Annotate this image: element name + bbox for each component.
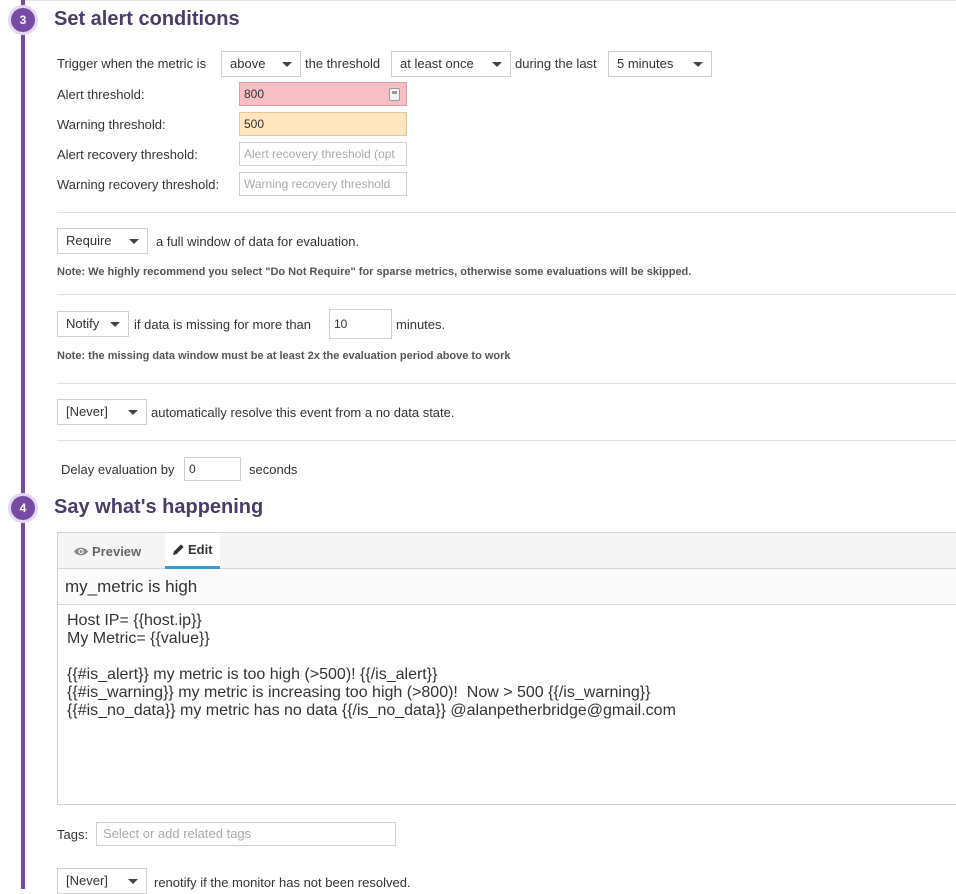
alert-recovery-label: Alert recovery threshold: bbox=[57, 147, 198, 162]
require-select[interactable]: Require bbox=[57, 228, 148, 254]
chevron-down-icon bbox=[693, 62, 703, 67]
missing-minutes-value: 10 bbox=[334, 317, 348, 331]
require-note: Note: We highly recommend you select "Do… bbox=[57, 266, 692, 278]
require-value: Require bbox=[66, 233, 112, 248]
auto-resolve-value: [Never] bbox=[66, 404, 108, 419]
message-editor: Preview Edit my_metric is high Host IP= … bbox=[57, 532, 956, 805]
eye-icon bbox=[74, 547, 88, 555]
warning-threshold-value: 500 bbox=[244, 117, 265, 131]
tags-input[interactable]: Select or add related tags bbox=[96, 822, 396, 846]
require-text: a full window of data for evaluation. bbox=[156, 234, 360, 249]
step-3-title: Set alert conditions bbox=[54, 8, 240, 30]
chevron-down-icon bbox=[110, 322, 120, 327]
message-subject-input[interactable]: my_metric is high bbox=[58, 569, 956, 605]
chevron-down-icon bbox=[128, 879, 138, 884]
chevron-down-icon bbox=[492, 62, 502, 67]
step-4-title: Say what's happening bbox=[54, 496, 264, 518]
delay-input[interactable]: 0 bbox=[184, 457, 241, 481]
tab-edit-label: Edit bbox=[188, 542, 213, 557]
tab-preview-label: Preview bbox=[92, 543, 142, 559]
warning-threshold-label: Warning threshold: bbox=[57, 117, 166, 132]
pencil-icon bbox=[173, 544, 184, 555]
missing-minutes-input[interactable]: 10 bbox=[329, 309, 392, 339]
top-border bbox=[25, 0, 956, 1]
message-body-textarea[interactable]: Host IP= {{host.ip}} My Metric= {{value}… bbox=[67, 612, 676, 720]
step-rail bbox=[21, 0, 25, 889]
tab-preview[interactable]: Preview bbox=[66, 533, 148, 569]
occurrence-value: at least once bbox=[400, 56, 474, 71]
tags-placeholder: Select or add related tags bbox=[103, 826, 252, 841]
alert-threshold-value: 800 bbox=[244, 87, 265, 101]
tags-label: Tags: bbox=[57, 827, 89, 842]
step-3-badge: 3 bbox=[8, 5, 38, 35]
notify-text: if data is missing for more than bbox=[134, 317, 312, 332]
auto-resolve-text: automatically resolve this event from a … bbox=[151, 405, 455, 420]
alert-recovery-input[interactable]: Alert recovery threshold (opt bbox=[239, 142, 407, 166]
warning-threshold-input[interactable]: 500 bbox=[239, 112, 407, 136]
warning-recovery-placeholder: Warning recovery threshold bbox=[244, 177, 391, 191]
warning-recovery-input[interactable]: Warning recovery threshold bbox=[239, 172, 407, 196]
alert-threshold-label: Alert threshold: bbox=[57, 87, 145, 102]
divider bbox=[57, 294, 956, 295]
delay-value: 0 bbox=[189, 462, 196, 476]
message-subject-value: my_metric is high bbox=[65, 577, 198, 596]
chevron-down-icon bbox=[128, 410, 138, 415]
notify-select[interactable]: Notify bbox=[57, 311, 129, 337]
renotify-text: renotify if the monitor has not been res… bbox=[154, 875, 411, 890]
tab-edit[interactable]: Edit bbox=[165, 533, 220, 569]
divider bbox=[57, 212, 956, 213]
divider bbox=[57, 440, 956, 441]
chevron-down-icon bbox=[129, 239, 139, 244]
window-select[interactable]: 5 minutes bbox=[608, 51, 712, 77]
delay-label: Delay evaluation by bbox=[61, 462, 175, 477]
alert-recovery-placeholder: Alert recovery threshold (opt bbox=[244, 147, 395, 161]
during-word: during the last bbox=[515, 56, 597, 71]
renotify-select[interactable]: [Never] bbox=[57, 868, 147, 894]
occurrence-select[interactable]: at least once bbox=[391, 51, 511, 77]
warning-recovery-label: Warning recovery threshold: bbox=[57, 177, 220, 192]
minutes-word: minutes. bbox=[396, 317, 446, 332]
calculator-icon[interactable] bbox=[389, 88, 400, 101]
auto-resolve-select[interactable]: [Never] bbox=[57, 399, 147, 425]
window-value: 5 minutes bbox=[617, 56, 674, 71]
delay-unit: seconds bbox=[249, 462, 298, 477]
notify-value: Notify bbox=[66, 316, 100, 331]
comparison-select[interactable]: above bbox=[221, 51, 301, 77]
renotify-value: [Never] bbox=[66, 873, 108, 888]
alert-threshold-input[interactable]: 800 bbox=[239, 82, 407, 106]
trigger-label: Trigger when the metric is bbox=[57, 56, 207, 71]
threshold-word: the threshold bbox=[305, 56, 381, 71]
comparison-value: above bbox=[230, 56, 266, 71]
divider bbox=[57, 383, 956, 384]
chevron-down-icon bbox=[282, 62, 292, 67]
editor-tabbar: Preview Edit bbox=[58, 533, 956, 569]
missing-data-note: Note: the missing data window must be at… bbox=[57, 350, 511, 362]
step-4-badge: 4 bbox=[8, 493, 38, 523]
